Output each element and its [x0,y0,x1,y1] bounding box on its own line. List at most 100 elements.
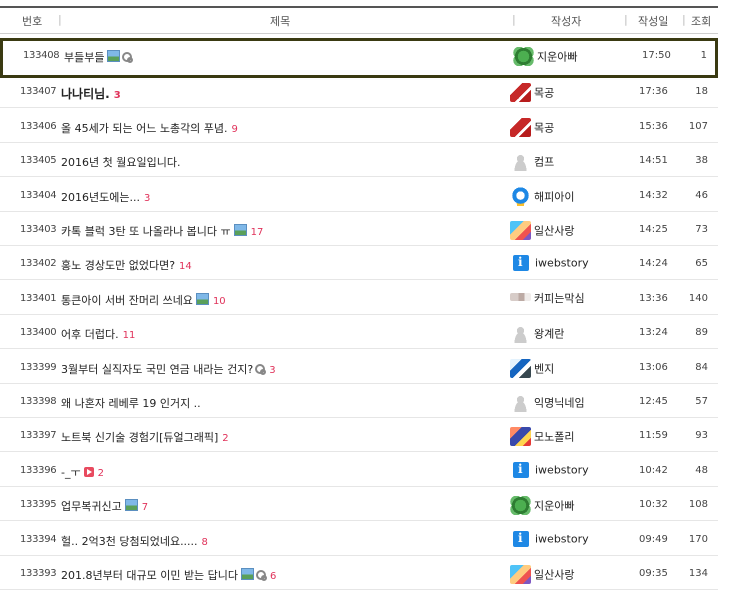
post-author[interactable]: 지운아빠 [510,496,574,516]
person-avatar [510,324,531,344]
table-row[interactable]: 133401 통큰아이 서버 잔머리 쓰네요 10 커피는막심 13:36 140 [0,281,718,315]
post-author[interactable]: 지운아빠 [513,47,577,66]
comment-count[interactable]: 3 [269,365,275,376]
author-name: 모노폴리 [534,430,575,444]
author-name: 목공 [534,86,555,100]
post-title-link[interactable]: 3월부터 실직자도 국민 연금 내라는 건지? 3 [61,361,276,377]
table-row[interactable]: 133404 2016년도에는... 3 해피아이 14:32 46 [0,178,718,212]
table-row[interactable]: 133402 홍노 경상도만 없었다면?14 iwebstory 14:24 65 [0,246,718,281]
comment-count[interactable]: 3 [114,90,121,101]
post-author[interactable]: 해피아이 [510,186,575,206]
author-name: 익명닉네임 [534,396,585,410]
post-author[interactable]: 모노폴리 [510,427,575,447]
post-author[interactable]: 익명닉네임 [510,393,585,412]
post-title-link[interactable]: 올 45세가 되는 어느 노총각의 푸념. 9 [61,120,238,136]
post-author[interactable]: 일산사랑 [510,221,574,240]
view-count: 38 [695,155,708,167]
post-title-text: 통큰아이 서버 잔머리 쓰네요 [61,293,193,307]
table-row[interactable]: 133399 3월부터 실직자도 국민 연금 내라는 건지? 3 벤지 13:06 84 [0,350,718,384]
post-title-text: 어후 더럽다. [61,328,119,342]
table-row[interactable]: 133396 -_ㅜ 2 iwebstory 10:42 48 [0,453,718,487]
comment-count[interactable]: 6 [270,571,276,582]
view-count: 73 [695,224,708,235]
link-icon [255,363,267,375]
author-name: 벤지 [534,362,555,376]
board-header: 번호 | 제목 | 작성자 | 작성일 | 조회 [0,6,718,34]
table-row[interactable]: 133407 나나티님. 3 목공 17:36 18 [0,74,718,109]
table-row[interactable]: 133395 업무복귀신고 7 지운아빠 10:32 108 [0,487,718,522]
table-row[interactable]: 133408 부들부들 지운아빠 17:50 1 [0,38,718,78]
table-row[interactable]: 133398 왜 나혼자 레베루 19 인거지 .. 익명닉네임 12:45 57 [0,384,718,418]
table-row[interactable]: 133397 노트북 신기술 경험기[듀얼그래픽] 2 모노폴리 11:59 93 [0,418,718,453]
mix-avatar [510,565,531,584]
post-title-text: 2016년도에는... [61,190,140,204]
comment-count[interactable]: 8 [202,537,208,548]
comment-count[interactable]: 11 [123,330,136,341]
post-title-link[interactable]: 카톡 블럭 3탄 또 나올라나 봅니다 ㅠ 17 [61,223,263,239]
view-count: 48 [695,464,708,476]
post-title-link[interactable]: 업무복귀신고 7 [61,498,148,514]
table-row[interactable]: 133406 올 45세가 되는 어느 노총각의 푸념. 9 목공 15:36 107 [0,109,718,143]
post-author[interactable]: iwebstory [510,530,589,547]
post-title-link[interactable]: 201.8년부터 대규모 이민 받는 답니다 6 [61,567,276,583]
comment-count[interactable]: 2 [222,433,228,444]
post-author[interactable]: iwebstory [510,255,589,272]
comment-count[interactable]: 17 [251,227,264,238]
header-separator: | [682,13,686,26]
image-icon [233,224,247,236]
post-title-link[interactable]: 통큰아이 서버 잔머리 쓰네요 10 [61,292,226,308]
post-author[interactable]: iwebstory [510,461,589,478]
post-title-link[interactable]: 나나티님. 3 [61,85,121,102]
post-number: 133398 [20,396,57,407]
comment-count[interactable]: 10 [213,296,226,307]
author-name: 왕계란 [534,327,565,341]
post-title-link[interactable]: -_ㅜ 2 [61,464,104,480]
author-name: 해피아이 [534,190,575,204]
image-icon [107,50,121,62]
video-icon [83,466,94,477]
post-author[interactable]: 목공 [510,83,555,103]
table-row[interactable]: 133403 카톡 블럭 3탄 또 나올라나 봅니다 ㅠ 17 일산사랑 14:25 73 [0,212,718,246]
post-author[interactable]: 커피는막심 [510,290,585,306]
post-title-text: 나나티님. [61,87,110,102]
author-name: 일산사랑 [534,224,575,238]
post-title-text: 201.8년부터 대규모 이민 받는 답니다 [61,569,239,582]
post-time: 14:32 [639,189,668,201]
comment-count[interactable]: 3 [144,193,150,204]
post-author[interactable]: 컴프 [510,152,554,172]
view-count: 1 [700,50,707,61]
post-title-link[interactable]: 헐.. 2억3천 당첨되었네요..... 8 [61,533,208,549]
comment-count[interactable]: 7 [142,502,148,513]
clover-avatar [510,496,531,516]
post-title-text: 3월부터 실직자도 국민 연금 내라는 건지? [61,362,254,376]
dog-avatar [510,358,531,378]
post-title-link[interactable]: 부들부들 [64,49,134,65]
comment-count[interactable]: 2 [98,468,104,479]
view-count: 18 [695,86,708,98]
table-row[interactable]: 133405 2016년 첫 월요일입니다. 컴프 14:51 38 [0,143,718,178]
post-number: 133405 [20,155,57,167]
table-row[interactable]: 133400 어후 더럽다. 11 왕계란 13:24 89 [0,315,718,350]
post-author[interactable]: 왕계란 [510,324,565,344]
view-count: 170 [688,533,708,545]
post-title-link[interactable]: 2016년도에는... 3 [61,189,150,205]
post-author[interactable]: 벤지 [510,358,555,378]
comment-count[interactable]: 14 [179,261,192,272]
post-title-link[interactable]: 어후 더럽다. 11 [61,326,135,342]
comment-count[interactable]: 9 [232,124,238,135]
post-title-text: 올 45세가 되는 어느 노총각의 푸념. [61,121,228,135]
view-count: 65 [695,258,708,270]
post-time: 13:36 [639,292,668,304]
image-icon [124,499,138,512]
table-row[interactable]: 133394 헐.. 2억3천 당첨되었네요..... 8 iwebstory 09:4… [0,522,718,556]
post-time: 17:36 [639,86,668,98]
post-title-link[interactable]: 2016년 첫 월요일입니다. [61,154,180,170]
post-number: 133403 [20,224,57,235]
mono-avatar [510,427,531,447]
post-title-link[interactable]: 노트북 신기술 경험기[듀얼그래픽] 2 [61,429,229,445]
post-author[interactable]: 일산사랑 [510,565,574,584]
post-number: 133401 [20,292,57,304]
post-title-link[interactable]: 홍노 경상도만 없었다면? 14 [61,257,192,273]
post-author[interactable]: 목공 [510,117,554,137]
post-title-link[interactable]: 왜 나혼자 레베루 19 인거지 .. [61,395,201,411]
